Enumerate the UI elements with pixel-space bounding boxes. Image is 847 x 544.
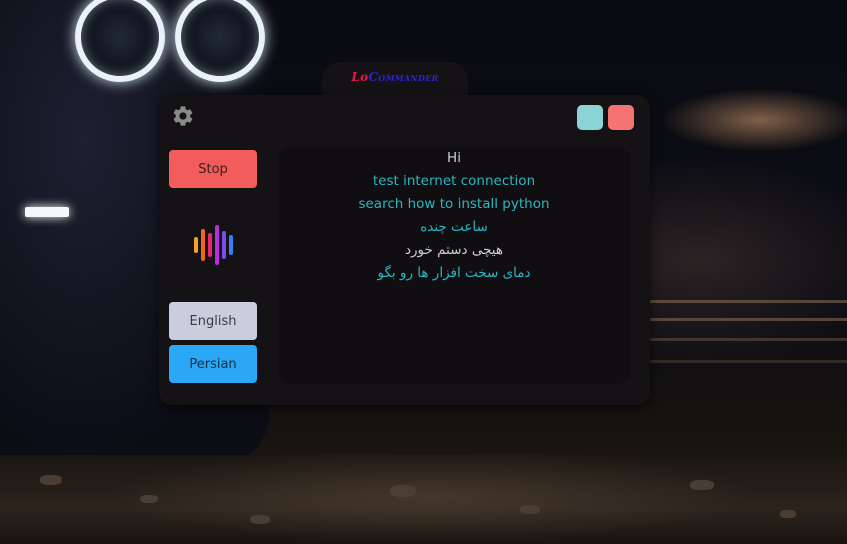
conversation-log[interactable]: Hi test internet connection search how t… [278, 147, 630, 384]
pebble [40, 475, 62, 485]
pebble [140, 495, 158, 503]
pebble [690, 480, 714, 490]
close-button[interactable] [608, 105, 634, 130]
app-title: LoCommander [322, 70, 468, 84]
pebble [250, 515, 270, 524]
wallpaper-stripe [630, 300, 847, 303]
wallpaper-stripe [630, 318, 847, 321]
log-line-user: هیچی دستم خورد [405, 242, 503, 258]
log-line-bot: test internet connection [372, 173, 536, 189]
english-language-button[interactable]: English [169, 302, 257, 340]
pebble [390, 485, 416, 497]
log-line-bot: ساعت چنده [420, 219, 488, 235]
log-line-user: Hi [447, 150, 461, 166]
ground-gravel [0, 455, 847, 544]
car-light-strip [25, 207, 69, 217]
pebble [780, 510, 796, 518]
wallpaper-stripe [630, 360, 847, 363]
log-line-bot: search how to install python [358, 196, 550, 212]
pebble [520, 505, 540, 514]
voice-waveform-icon [194, 225, 233, 265]
persian-language-button[interactable]: Persian [169, 345, 257, 383]
gear-icon[interactable] [171, 104, 195, 128]
wallpaper-stripe [630, 338, 847, 341]
minimize-button[interactable] [577, 105, 603, 130]
app-title-prefix: Lo [351, 70, 369, 84]
log-line-bot: دمای سخت افزار ها رو بگو [377, 265, 531, 281]
app-title-rest: Commander [368, 70, 439, 84]
stop-button[interactable]: Stop [169, 150, 257, 188]
